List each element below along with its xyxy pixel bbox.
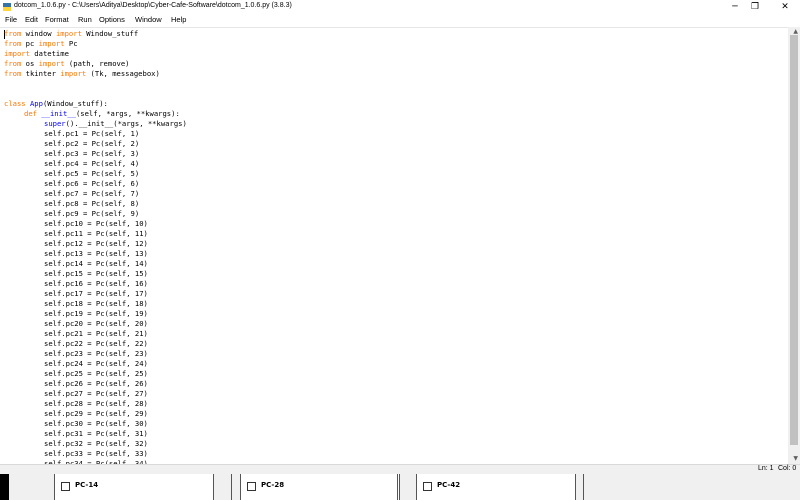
pc-label: PC-14 <box>75 481 99 489</box>
code-line-pc: self.pc22 = Pc(self, 22) <box>44 339 148 348</box>
status-bar: Ln: 1 Col: 0 <box>0 464 800 474</box>
tile-divider <box>231 474 232 500</box>
pc-tile-42[interactable]: PC-42 <box>416 474 576 500</box>
menu-run[interactable]: Run <box>78 15 92 24</box>
code-line-pc: self.pc9 = Pc(self, 9) <box>44 209 140 218</box>
pc-tile-14[interactable]: PC-14 <box>54 474 214 500</box>
code-editor[interactable]: from window import Window_stuff from pc … <box>0 27 800 464</box>
window-title: dotcom_1.0.6.py - C:\Users\Aditya\Deskto… <box>14 2 292 9</box>
status-line: Ln: 1 <box>758 465 774 472</box>
code-line: from tkinter import (Tk, messagebox) <box>4 69 160 78</box>
code-line-pc: self.pc33 = Pc(self, 33) <box>44 449 148 458</box>
tile-divider <box>397 474 398 500</box>
code-line-pc: self.pc27 = Pc(self, 27) <box>44 389 148 398</box>
code-line-pc: self.pc18 = Pc(self, 18) <box>44 299 148 308</box>
menu-file[interactable]: File <box>5 15 17 24</box>
code-line-pc: self.pc2 = Pc(self, 2) <box>44 139 140 148</box>
code-line-pc: self.pc11 = Pc(self, 11) <box>44 229 148 238</box>
status-col: Col: 0 <box>778 465 797 472</box>
code-line-pc: self.pc29 = Pc(self, 29) <box>44 409 148 418</box>
menu-edit[interactable]: Edit <box>25 15 38 24</box>
code-line-pc: self.pc26 = Pc(self, 26) <box>44 379 148 388</box>
scroll-down-arrow-icon[interactable]: ▼ <box>793 455 798 462</box>
pc-checkbox[interactable] <box>61 482 70 491</box>
code-line-pc: self.pc28 = Pc(self, 28) <box>44 399 148 408</box>
code-line-pc: self.pc30 = Pc(self, 30) <box>44 419 148 428</box>
menu-bar: File Edit Format Run Options Window Help <box>0 14 800 27</box>
code-line-pc: self.pc7 = Pc(self, 7) <box>44 189 140 198</box>
code-line-pc: self.pc20 = Pc(self, 20) <box>44 319 148 328</box>
code-line-pc: self.pc12 = Pc(self, 12) <box>44 239 148 248</box>
tile-divider <box>583 474 584 500</box>
code-line-pc: self.pc8 = Pc(self, 8) <box>44 199 140 208</box>
menu-window[interactable]: Window <box>135 15 162 24</box>
code-line-pc: self.pc17 = Pc(self, 17) <box>44 289 148 298</box>
pc-checkbox[interactable] <box>247 482 256 491</box>
code-line-pc: self.pc10 = Pc(self, 10) <box>44 219 148 228</box>
code-line: from window import Window_stuff <box>4 29 139 38</box>
scrollbar-thumb[interactable] <box>790 35 798 445</box>
code-line-pc: self.pc14 = Pc(self, 14) <box>44 259 148 268</box>
code-line: import datetime <box>4 49 69 58</box>
code-line-pc: self.pc31 = Pc(self, 31) <box>44 429 148 438</box>
code-line-pc: self.pc32 = Pc(self, 32) <box>44 439 148 448</box>
code-line-pc: self.pc19 = Pc(self, 19) <box>44 309 148 318</box>
code-line-pc: self.pc24 = Pc(self, 24) <box>44 359 148 368</box>
code-line-pc: self.pc25 = Pc(self, 25) <box>44 369 148 378</box>
menu-help[interactable]: Help <box>171 15 186 24</box>
code-line-pc: self.pc4 = Pc(self, 4) <box>44 159 140 168</box>
code-line-pc: self.pc13 = Pc(self, 13) <box>44 249 148 258</box>
pc-tile-28[interactable]: PC-28 <box>240 474 400 500</box>
code-line-pc: self.pc1 = Pc(self, 1) <box>44 129 140 138</box>
code-line-pc: self.pc16 = Pc(self, 16) <box>44 279 148 288</box>
title-bar: dotcom_1.0.6.py - C:\Users\Aditya\Deskto… <box>0 0 800 14</box>
code-line-pc: self.pc3 = Pc(self, 3) <box>44 149 140 158</box>
maximize-button[interactable]: ❐ <box>742 0 768 14</box>
code-line-class: class App(Window_stuff): <box>4 99 108 108</box>
pc-label: PC-42 <box>437 481 461 489</box>
code-line-pc: self.pc15 = Pc(self, 15) <box>44 269 148 278</box>
code-line-super: super().__init__(*args, **kwargs) <box>44 119 187 128</box>
left-dark-edge <box>0 474 9 500</box>
menu-format[interactable]: Format <box>45 15 69 24</box>
scroll-up-arrow-icon[interactable]: ▲ <box>793 28 798 35</box>
close-button[interactable]: ✕ <box>772 0 798 14</box>
pc-checkbox[interactable] <box>423 482 432 491</box>
code-line-def: def __init__(self, *args, **kwargs): <box>24 109 180 118</box>
code-line-pc: self.pc23 = Pc(self, 23) <box>44 349 148 358</box>
code-line: from pc import Pc <box>4 39 78 48</box>
code-line-pc: self.pc6 = Pc(self, 6) <box>44 179 140 188</box>
menu-options[interactable]: Options <box>99 15 125 24</box>
code-line: from os import (path, remove) <box>4 59 130 68</box>
pc-label: PC-28 <box>261 481 285 489</box>
python-idle-icon <box>3 3 11 11</box>
code-line-pc: self.pc21 = Pc(self, 21) <box>44 329 148 338</box>
code-line-pc: self.pc5 = Pc(self, 5) <box>44 169 140 178</box>
